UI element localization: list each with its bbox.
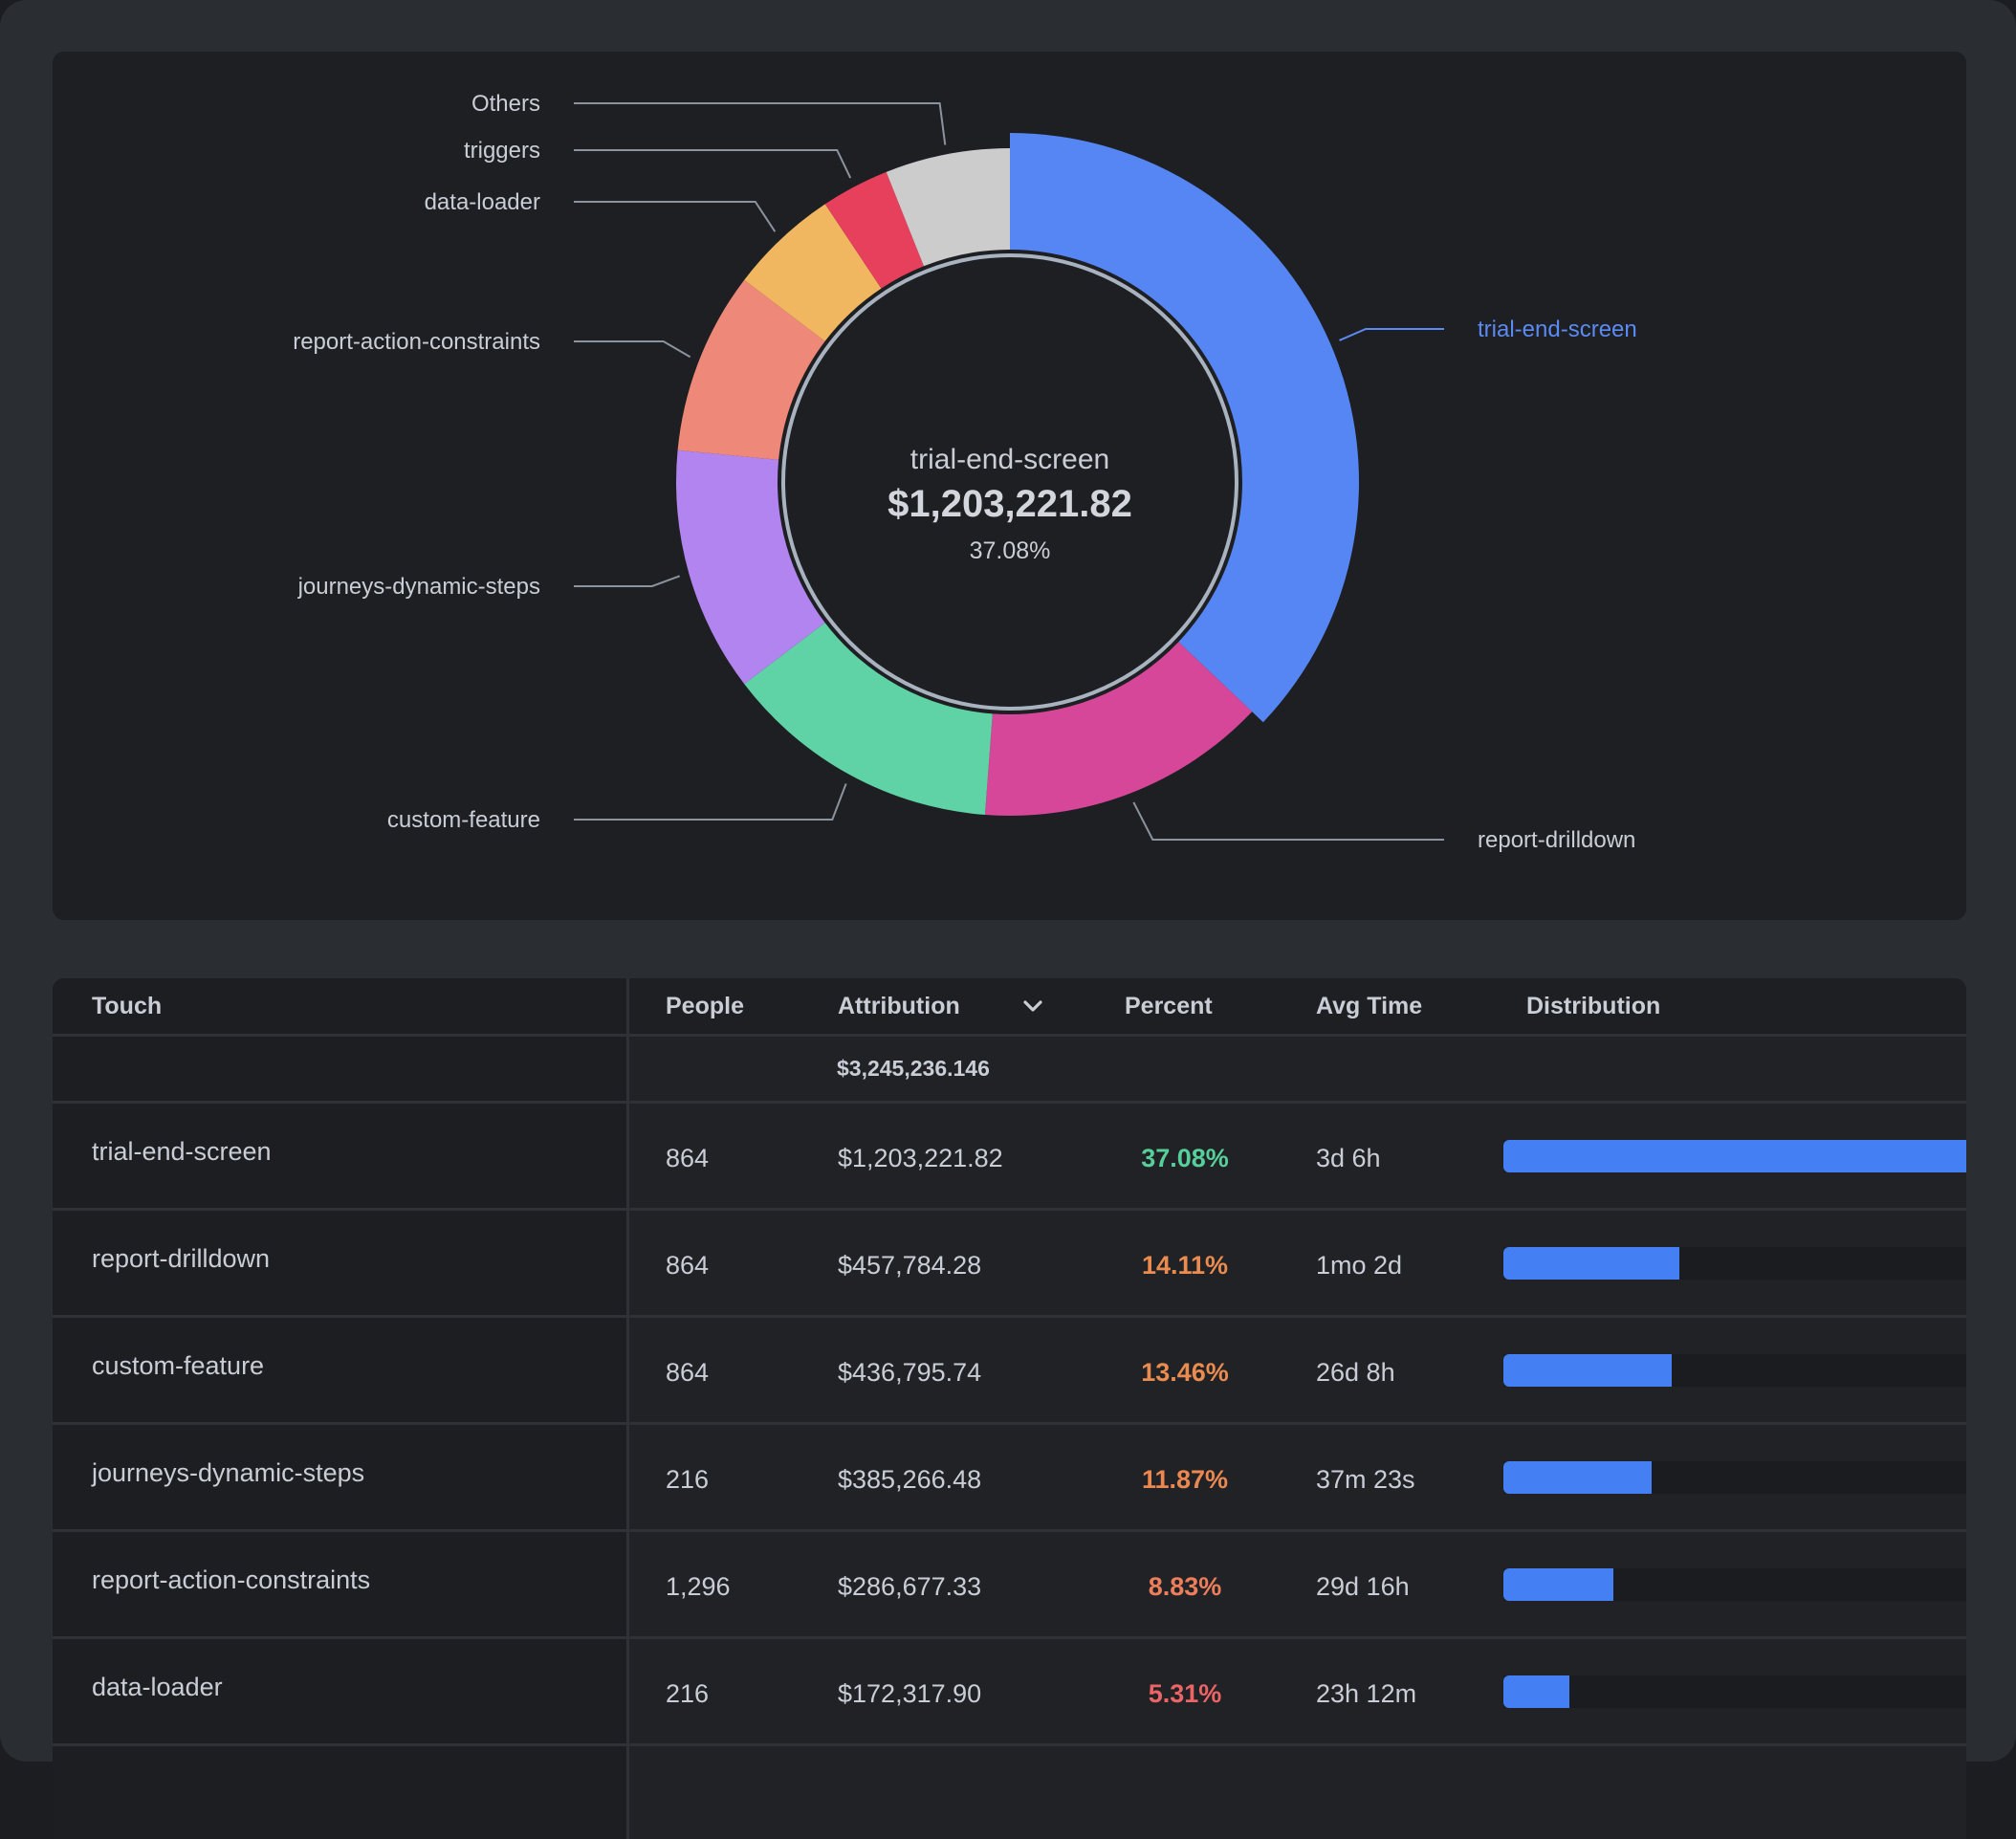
slice-label[interactable]: report-drilldown (1478, 827, 1635, 853)
donut-inner-ring (781, 253, 1238, 711)
attribution-value: $286,677.33 (838, 1572, 982, 1601)
slice-label[interactable]: Others (471, 91, 540, 117)
avg-time: 23h 12m (1316, 1679, 1417, 1708)
touch-name: data-loader (92, 1673, 223, 1701)
sort-chevron-down-icon[interactable] (1019, 978, 1047, 1034)
touch-name: report-action-constraints (92, 1565, 371, 1594)
leader-line (574, 102, 947, 145)
leader-line (574, 340, 691, 359)
table-header: Touch People Attribution Percent Avg Tim… (53, 978, 1966, 1037)
col-header-distribution[interactable]: Distribution (1526, 978, 1660, 1034)
center-percent: 37.08% (970, 537, 1051, 564)
avg-time: 1mo 2d (1316, 1251, 1403, 1280)
leader-line (574, 201, 777, 232)
percent-value: 13.46% (1141, 1358, 1229, 1387)
attribution-value: $172,317.90 (838, 1679, 982, 1708)
avg-time: 37m 23s (1316, 1465, 1415, 1494)
table-row[interactable]: custom-feature 864 $436,795.74 13.46% 26d 8h (53, 1318, 1966, 1425)
distribution-bar (1503, 1568, 1614, 1601)
center-label: trial-end-screen (910, 444, 1109, 475)
touch-name: journeys-dynamic-steps (92, 1458, 365, 1487)
leader-line (574, 575, 681, 587)
table-row[interactable]: data-loader 216 $172,317.90 5.31% 23h 12m (53, 1639, 1966, 1746)
percent-value: 37.08% (1141, 1144, 1229, 1172)
attribution-value: $1,203,221.82 (838, 1144, 1003, 1172)
slice-label[interactable]: triggers (464, 138, 540, 164)
touch-name: trial-end-screen (92, 1137, 272, 1166)
attribution-value: $385,266.48 (838, 1465, 982, 1494)
avg-time: 3d 6h (1316, 1144, 1381, 1172)
col-header-touch[interactable]: Touch (92, 978, 162, 1034)
distribution-track (1503, 1675, 1966, 1708)
table-row[interactable]: report-action-constraints 1,296 $286,677.3… (53, 1532, 1966, 1639)
col-header-attribution[interactable]: Attribution (838, 978, 960, 1034)
distribution-bar (1503, 1354, 1672, 1387)
touch-name: report-drilldown (92, 1244, 271, 1273)
col-header-percent[interactable]: Percent (1125, 978, 1213, 1034)
center-value: $1,203,221.82 (887, 483, 1132, 525)
avg-time: 26d 8h (1316, 1358, 1395, 1387)
slice-label[interactable]: report-action-constraints (293, 329, 540, 355)
percent-value: 11.87% (1141, 1465, 1229, 1494)
total-attribution: $3,245,236.146 (837, 1056, 990, 1081)
avg-time: 29d 16h (1316, 1572, 1410, 1601)
slice-label[interactable]: journeys-dynamic-steps (297, 574, 540, 600)
people-count: 216 (666, 1679, 710, 1708)
leader-line (1132, 801, 1444, 841)
slice-label[interactable]: data-loader (425, 189, 540, 215)
col-header-people[interactable]: People (666, 978, 744, 1034)
attribution-table: Touch People Attribution Percent Avg Tim… (53, 978, 1966, 1839)
distribution-bar (1503, 1675, 1570, 1708)
percent-value: 5.31% (1148, 1679, 1222, 1708)
touch-name: custom-feature (92, 1351, 265, 1380)
distribution-bar (1503, 1247, 1680, 1280)
percent-value: 14.11% (1141, 1251, 1229, 1280)
table-row[interactable]: trial-end-screen 864 $1,203,221.82 37.08% 3d… (53, 1104, 1966, 1211)
leader-line (574, 149, 852, 179)
distribution-track (1503, 1461, 1966, 1494)
people-count: 1,296 (666, 1572, 731, 1601)
distribution-track (1503, 1247, 1966, 1280)
table-row[interactable]: report-drilldown 864 $457,784.28 14.11% 1mo … (53, 1211, 1966, 1318)
distribution-track (1503, 1568, 1966, 1601)
slice-label[interactable]: trial-end-screen (1478, 317, 1637, 342)
donut-chart: trial-end-screen report-drilldown custom-f… (293, 91, 1637, 853)
distribution-bar (1503, 1140, 1966, 1172)
people-count: 216 (666, 1465, 710, 1494)
people-count: 864 (666, 1358, 710, 1387)
col-header-avg-time[interactable]: Avg Time (1316, 978, 1422, 1034)
leader-line (1339, 328, 1444, 341)
people-count: 864 (666, 1251, 710, 1280)
percent-value: 8.83% (1148, 1572, 1222, 1601)
donut-chart-card: trial-end-screen report-drilldown custom-f… (53, 52, 1966, 920)
distribution-bar (1503, 1461, 1652, 1494)
distribution-track (1503, 1354, 1966, 1387)
attribution-value: $457,784.28 (838, 1251, 982, 1280)
attribution-value: $436,795.74 (838, 1358, 982, 1387)
leader-line (574, 783, 847, 821)
distribution-track (1503, 1140, 1966, 1172)
table-row[interactable]: journeys-dynamic-steps 216 $385,266.48 11.8… (53, 1425, 1966, 1532)
people-count: 864 (666, 1144, 710, 1172)
summary-row: $3,245,236.146 (53, 1037, 1966, 1104)
slice-label[interactable]: custom-feature (387, 807, 540, 833)
